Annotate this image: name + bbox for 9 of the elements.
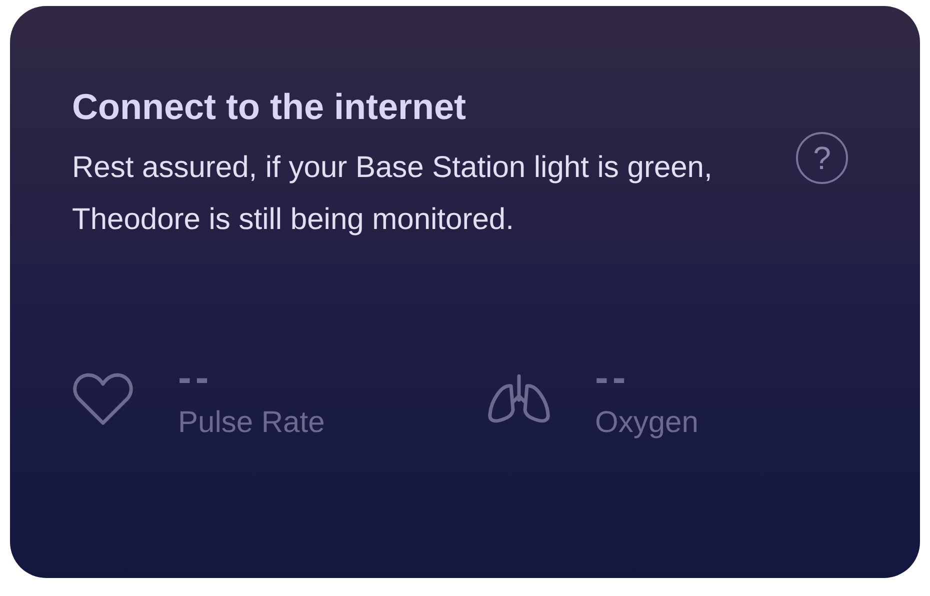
help-button[interactable]: ? [796, 132, 848, 184]
lungs-icon [487, 374, 551, 424]
metric-value: -- [595, 358, 631, 398]
metric-value: -- [178, 358, 214, 398]
metric-label: Pulse Rate [178, 406, 325, 440]
metric-label: Oxygen [595, 406, 698, 440]
heart-icon [72, 371, 134, 427]
card-title: Connect to the internet [72, 86, 467, 128]
card-message: Rest assured, if your Base Station light is green, Theodore is still being monitored. [72, 150, 714, 238]
